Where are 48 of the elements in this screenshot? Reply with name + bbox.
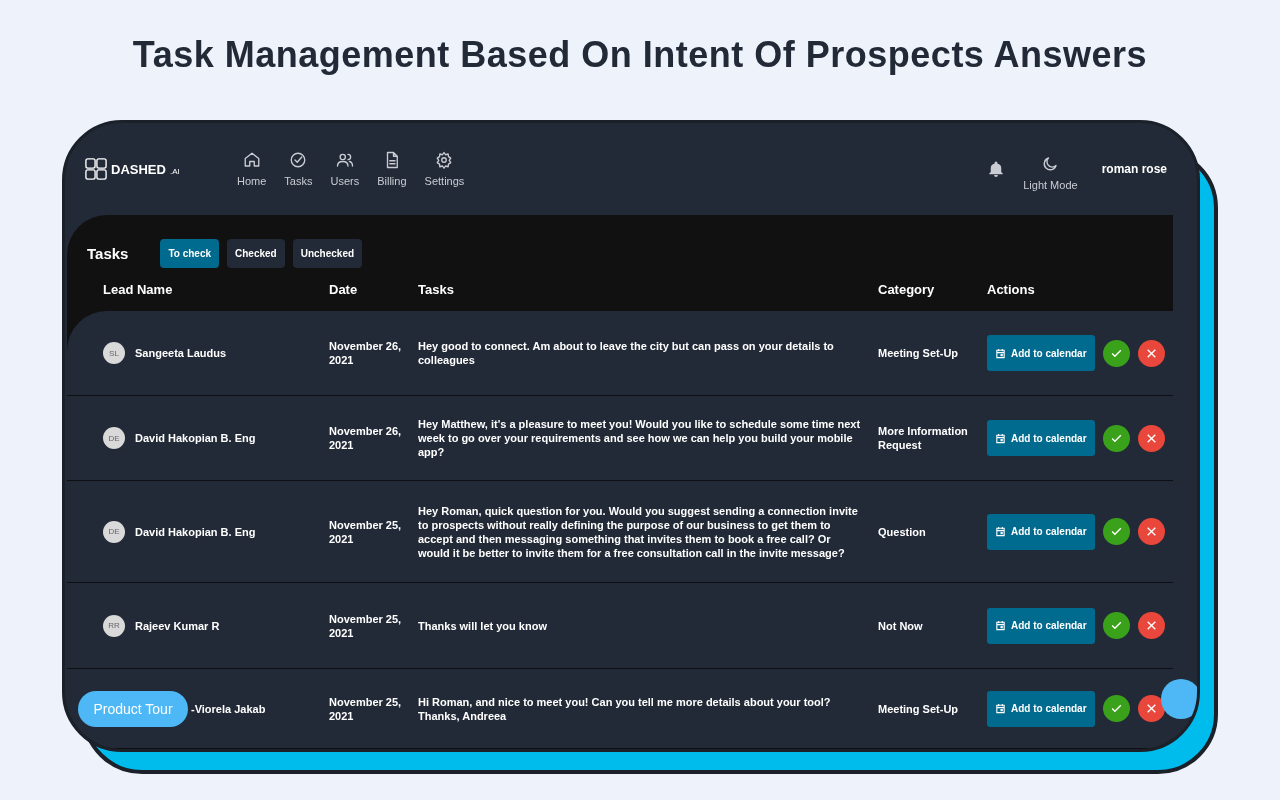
task-message: Hey Roman, quick question for you. Would you suggest sending a connection invite to prospects without really defining the purpose of our business to get them to accept and then messaging something that invites them to book a free call? Or would it be better to invite them for a free consultation call in the invite message?	[418, 503, 859, 560]
category-text: Meeting Set-Up	[878, 346, 960, 360]
add-to-calendar-button[interactable]: Add to calendar	[987, 335, 1095, 371]
task-message: Hey good to connect. Am about to leave the city but can pass on your details to colleagues	[418, 339, 835, 367]
add-to-calendar-button[interactable]: Add to calendar	[987, 513, 1095, 550]
category-text: More Information Request	[878, 424, 969, 452]
lead-name: David Hakopian B. Eng	[135, 431, 256, 445]
lead-name: David Hakopian B. Eng	[135, 524, 256, 539]
logo-suffix: .AI	[169, 167, 180, 176]
logo-text: DASHED	[111, 161, 166, 177]
column-header: Actions	[987, 282, 1036, 297]
nav-item[interactable]: Home	[235, 151, 269, 187]
lead-name: Rajeev Kumar R	[135, 618, 220, 633]
nav-item[interactable]: Users	[328, 151, 362, 187]
page-headline: Task Management Based On Intent Of Prospects Answers	[131, 33, 1149, 77]
column-header: Category	[878, 282, 936, 297]
category-text: Meeting Set-Up	[878, 701, 960, 716]
lead-name: -Viorela Jakab	[191, 701, 266, 716]
section-title: Tasks	[87, 245, 129, 262]
date-text: November 25, 2021	[329, 517, 403, 546]
category-text: Question	[878, 524, 927, 539]
avatar: DE	[103, 520, 125, 543]
filter-tab[interactable]: Unchecked	[292, 239, 363, 268]
nav-item[interactable]: Billing	[375, 151, 409, 187]
date-text: November 26, 2021	[329, 424, 403, 452]
avatar: DE	[103, 427, 125, 449]
add-to-calendar-button[interactable]: Add to calendar	[987, 607, 1095, 644]
column-header: Tasks	[418, 282, 455, 297]
add-to-calendar-button[interactable]: Add to calendar	[987, 420, 1095, 456]
add-to-calendar-button[interactable]: Add to calendar	[987, 690, 1095, 727]
filter-tab[interactable]: Checked	[227, 239, 285, 268]
task-message: Hi Roman, and nice to meet you! Can you tell me more details about your tool? Thanks, Andreea	[418, 694, 832, 723]
column-header: Date	[329, 282, 359, 297]
column-header: Lead Name	[103, 282, 174, 297]
user-name: roman rose	[1101, 162, 1167, 176]
nav-item[interactable]: Settings	[422, 151, 467, 187]
lead-name: Sangeeta Laudus	[135, 346, 227, 360]
nav-item[interactable]: Tasks	[282, 151, 315, 187]
theme-toggle[interactable]: Light Mode	[1017, 154, 1084, 192]
task-message: Hey Matthew, it's a pleasure to meet you! Would you like to schedule some time next week to go over your requirements and see how we can help you build your mobile app?	[418, 417, 862, 459]
filter-tab[interactable]: To check	[160, 239, 220, 268]
date-text: November 26, 2021	[329, 339, 403, 367]
category-text: Not Now	[878, 618, 924, 633]
date-text: November 25, 2021	[329, 611, 403, 640]
avatar: SL	[103, 342, 125, 364]
task-message: Thanks will let you know	[418, 618, 548, 633]
date-text: November 25, 2021	[329, 694, 403, 723]
avatar: RR	[103, 614, 125, 637]
